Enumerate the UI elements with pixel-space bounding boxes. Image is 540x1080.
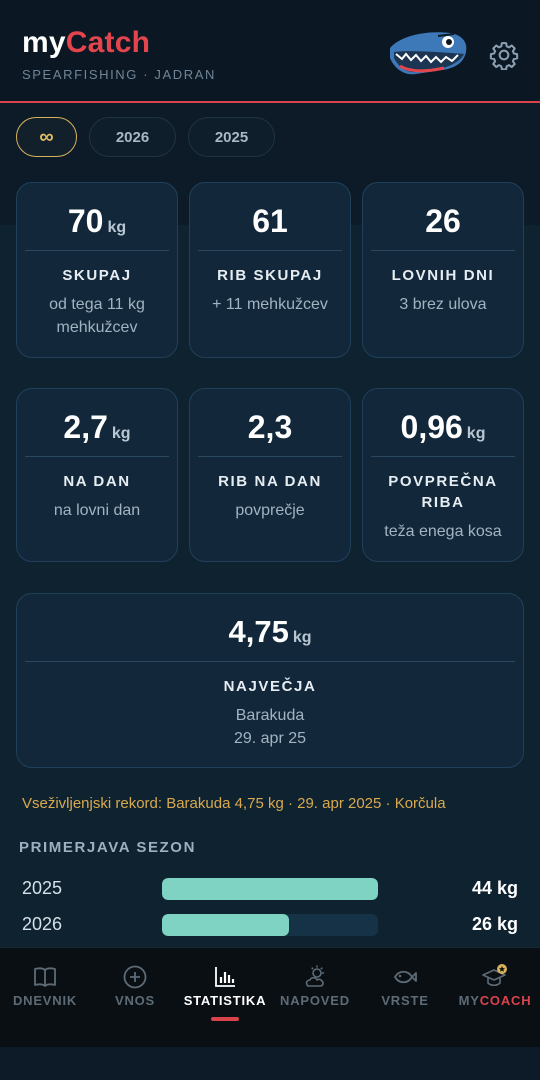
- divider: [25, 661, 515, 662]
- stat-value: 4,75 kg: [228, 614, 312, 649]
- divider: [371, 456, 515, 457]
- nav-mycoach[interactable]: MYCOACH: [450, 948, 540, 1028]
- active-indicator: [211, 1017, 239, 1021]
- nav-label: VNOS: [114, 993, 156, 1008]
- stat-label: LOVNIH DNI: [391, 267, 495, 284]
- fish-icon: [393, 970, 417, 984]
- stat-value: 2,3: [247, 409, 293, 445]
- bottom-navigation: DNEVNIK VNOS STATISTIKA NAPOVED VRSTE MY…: [0, 947, 540, 1047]
- stat-label: RIB SKUPAJ: [217, 267, 323, 284]
- card-total-weight: 70 kg SKUPAJ od tega 11 kg mehkužcev: [16, 182, 178, 358]
- stat-sub: na lovni dan: [53, 502, 141, 519]
- nav-label: DNEVNIK: [12, 993, 78, 1008]
- nav-label: NAPOVED: [280, 993, 350, 1008]
- period-tabs: ∞ 2026 2025: [16, 117, 275, 157]
- nav-vnos[interactable]: VNOS: [90, 948, 180, 1028]
- stat-value: 26: [425, 203, 461, 239]
- stat-sub: teža enega kosa: [384, 523, 502, 540]
- comparison-year: 2025: [22, 878, 63, 898]
- tab-2025[interactable]: 2025: [188, 117, 275, 157]
- comparison-bar-track: [162, 914, 378, 936]
- stat-label: NA DAN: [63, 473, 131, 490]
- app-header: myCatch SPEARFISHING · JADRAN: [0, 0, 540, 103]
- card-fish-total: 61 RIB SKUPAJ + 11 mehkužcev: [189, 182, 351, 358]
- nav-dnevnik[interactable]: DNEVNIK: [0, 948, 90, 1028]
- comparison-bar-track: [162, 878, 378, 900]
- fish-mascot-icon: [390, 32, 467, 75]
- comparison-value: 44 kg: [471, 878, 518, 898]
- card-biggest: 4,75 kg NAJVEČJA Barakuda 29. apr 25: [16, 593, 524, 768]
- graduation-cap-icon: [482, 964, 507, 987]
- nav-label: MYCOACH: [458, 993, 532, 1008]
- comparison-year: 2026: [22, 914, 63, 934]
- bar-chart-icon: [215, 967, 235, 987]
- nav-napoved[interactable]: NAPOVED: [270, 948, 360, 1028]
- logo-my: my: [22, 26, 66, 59]
- comparison-row: 2026 26 kg: [0, 910, 540, 940]
- comparison-bar-fill: [162, 878, 378, 900]
- stat-value: 61: [252, 203, 288, 239]
- stat-label: POVPREČNA RIBA: [388, 473, 498, 511]
- stat-value: 0,96 kg: [400, 409, 486, 445]
- divider: [371, 250, 515, 251]
- app-subtitle: SPEARFISHING · JADRAN: [22, 67, 216, 82]
- nav-label: VRSTE: [381, 993, 429, 1008]
- stat-label: SKUPAJ: [62, 267, 132, 284]
- card-hunt-days: 26 LOVNIH DNI 3 brez ulova: [362, 182, 524, 358]
- section-title: PRIMERJAVA SEZON: [19, 839, 197, 856]
- stat-label: NAJVEČJA: [223, 678, 317, 695]
- tab-all-time[interactable]: ∞: [16, 117, 77, 157]
- stat-sub: + 11 mehkužcev: [212, 296, 328, 313]
- stat-sub: od tega 11 kg: [49, 296, 145, 313]
- stat-sub: 3 brez ulova: [399, 296, 487, 313]
- comparison-value: 26 kg: [471, 914, 518, 934]
- divider: [25, 250, 169, 251]
- book-icon: [34, 967, 56, 987]
- lifetime-record: Vseživljenjski rekord: Barakuda 4,75 kg …: [22, 795, 446, 812]
- stat-sub: Barakuda: [235, 707, 305, 724]
- nav-vrste[interactable]: VRSTE: [360, 948, 450, 1028]
- plus-circle-icon: [123, 965, 147, 989]
- stat-value: 2,7 kg: [63, 409, 131, 445]
- comparison-row: 2025 44 kg: [0, 874, 540, 904]
- stat-label: RIB NA DAN: [218, 473, 322, 490]
- nav-label: STATISTIKA: [183, 993, 267, 1008]
- logo-catch: Catch: [65, 26, 151, 59]
- app-logo: myCatch: [22, 26, 150, 60]
- card-fish-per-day: 2,3 RIB NA DAN povprečje: [189, 388, 351, 562]
- stat-sub: mehkužcev: [56, 319, 138, 336]
- gear-icon[interactable]: [489, 40, 519, 70]
- divider: [198, 456, 342, 457]
- stat-value: 70 kg: [67, 203, 127, 239]
- divider: [25, 456, 169, 457]
- tab-2026[interactable]: 2026: [89, 117, 176, 157]
- stat-sub: povprečje: [235, 502, 305, 519]
- card-per-day: 2,7 kg NA DAN na lovni dan: [16, 388, 178, 562]
- nav-statistika[interactable]: STATISTIKA: [180, 948, 270, 1028]
- card-avg-fish: 0,96 kg POVPREČNA RIBA teža enega kosa: [362, 388, 524, 562]
- divider: [198, 250, 342, 251]
- weather-icon: [305, 965, 324, 987]
- comparison-bar-fill: [162, 914, 290, 936]
- stat-sub: 29. apr 25: [233, 730, 307, 747]
- bottom-safe-area: [0, 1047, 540, 1080]
